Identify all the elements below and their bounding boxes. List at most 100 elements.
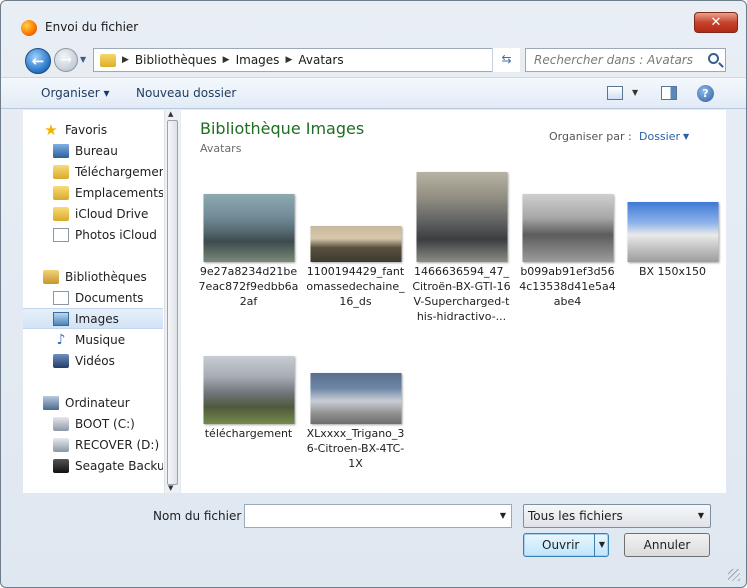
sidebar-item-icloud-photos[interactable]: Photos iCloud <box>23 224 163 245</box>
new-folder-button[interactable]: Nouveau dossier <box>136 86 236 100</box>
sidebar-item-drive-c[interactable]: BOOT (C:) <box>23 413 163 434</box>
breadcrumb-item-images[interactable]: Images <box>236 53 280 67</box>
organise-button[interactable]: Organiser ▾ <box>41 86 109 100</box>
sidebar-item-music[interactable]: ♪ Musique <box>23 329 163 350</box>
filename-input[interactable] <box>245 505 485 527</box>
sidebar-item-videos[interactable]: Vidéos <box>23 350 163 371</box>
title-bar[interactable]: Envoi du fichier ✕ <box>1 1 746 43</box>
scrollbar-thumb[interactable] <box>167 120 178 485</box>
star-icon: ★ <box>44 120 58 139</box>
sidebar-item-recent-places[interactable]: Emplacements ré <box>23 182 163 203</box>
open-split-dropdown-icon[interactable]: ▼ <box>594 534 609 556</box>
scroll-up-icon[interactable]: ▲ <box>168 110 173 118</box>
view-dropdown-icon[interactable]: ▼ <box>632 88 638 97</box>
close-button[interactable]: ✕ <box>694 12 738 33</box>
sidebar-item-label: Favoris <box>65 122 108 137</box>
search-box[interactable] <box>525 48 726 72</box>
external-drive-icon <box>53 458 69 473</box>
documents-icon <box>53 290 69 305</box>
file-item[interactable]: BX 150x150 <box>620 172 725 279</box>
sidebar-item-favorites[interactable]: ★ Favoris <box>23 119 163 140</box>
window-title: Envoi du fichier <box>45 20 139 34</box>
videos-icon <box>53 353 69 368</box>
sidebar-item-desktop[interactable]: Bureau <box>23 140 163 161</box>
folder-icon <box>53 206 69 221</box>
sidebar-item-libraries[interactable]: Bibliothèques <box>23 266 163 287</box>
arrange-dropdown-icon[interactable]: ▼ <box>683 132 689 141</box>
sidebar-item-label: Documents <box>75 290 144 305</box>
file-item[interactable]: 1100194429_fantomassedechaine_16_ds <box>303 172 408 309</box>
music-note-icon: ♪ <box>56 331 66 348</box>
file-type-value: Tous les fichiers <box>528 509 623 523</box>
thumbnail-frame <box>303 172 408 264</box>
file-type-select[interactable]: Tous les fichiers ▼ <box>523 504 711 528</box>
filename-combobox[interactable]: ▼ <box>244 504 512 528</box>
library-title: Bibliothèque Images <box>200 119 365 138</box>
search-input[interactable] <box>526 49 696 71</box>
file-item[interactable]: 1466636594_47_Citroën-BX-GTI-16V-Superch… <box>409 172 514 324</box>
address-row: ← → ▼ ▶ Bibliothèques ▶ Images ▶ Avatars… <box>1 43 746 77</box>
sidebar-item-icloud-drive[interactable]: iCloud Drive <box>23 203 163 224</box>
desktop-icon <box>53 143 69 158</box>
file-list-pane: Bibliothèque Images Avatars Organiser pa… <box>181 110 726 493</box>
sidebar-item-label: Bureau <box>75 143 118 158</box>
back-button[interactable]: ← <box>25 48 51 74</box>
cancel-button[interactable]: Annuler <box>624 533 710 557</box>
hard-drive-icon <box>53 416 69 431</box>
arrange-by-label: Organiser par : <box>549 130 632 143</box>
chevron-down-icon[interactable]: ▼ <box>698 505 704 527</box>
image-thumbnail <box>203 356 294 424</box>
thumbnail-frame <box>620 172 725 264</box>
sidebar-item-drive-d[interactable]: RECOVER (D:) <box>23 434 163 455</box>
recent-pages-dropdown-icon[interactable]: ▼ <box>80 55 86 64</box>
chevron-down-icon[interactable]: ▼ <box>500 511 506 520</box>
firefox-icon <box>21 20 37 36</box>
file-name: BX 150x150 <box>638 265 707 278</box>
file-name: téléchargement <box>204 427 293 440</box>
image-thumbnail <box>203 194 294 262</box>
file-name: b099ab91ef3d564c13538d41e5a4abe4 <box>519 265 616 308</box>
file-item[interactable]: 9e27a8234d21be7eac872f9edbb6a2af <box>196 172 301 309</box>
breadcrumb-item-avatars[interactable]: Avatars <box>298 53 343 67</box>
navigation-scrollbar[interactable]: ▲ ▼ <box>164 110 180 493</box>
sidebar-item-documents[interactable]: Documents <box>23 287 163 308</box>
thumbnail-frame <box>196 172 301 264</box>
help-icon[interactable]: ? <box>697 85 714 102</box>
sidebar-item-label: Ordinateur <box>65 395 130 410</box>
sidebar-item-label: Images <box>75 311 119 326</box>
file-item[interactable]: XLxxxx_Trigano_36-Citroen-BX-4TC-1X <box>303 334 408 471</box>
sidebar-item-label: iCloud Drive <box>75 206 149 221</box>
recent-places-icon <box>53 185 69 200</box>
refresh-button[interactable]: ⇆ <box>492 48 520 72</box>
sidebar-item-label: Vidéos <box>75 353 115 368</box>
breadcrumb-item-bibliotheques[interactable]: Bibliothèques <box>135 53 217 67</box>
file-dialog-window: Envoi du fichier ✕ ← → ▼ ▶ Bibliothèques… <box>0 0 747 588</box>
sidebar-item-computer[interactable]: Ordinateur <box>23 392 163 413</box>
sidebar-item-label: Photos iCloud <box>75 227 157 242</box>
file-item[interactable]: téléchargement <box>196 334 301 441</box>
scroll-down-icon[interactable]: ▼ <box>168 484 173 492</box>
resize-grip-icon[interactable] <box>728 569 740 581</box>
thumbnail-frame <box>196 334 301 426</box>
folder-icon <box>100 53 116 67</box>
sidebar-item-downloads[interactable]: Téléchargements <box>23 161 163 182</box>
chevron-right-icon[interactable]: ▶ <box>122 55 129 65</box>
sidebar-item-label: BOOT (C:) <box>75 416 135 431</box>
library-subtitle: Avatars <box>200 142 242 155</box>
chevron-right-icon[interactable]: ▶ <box>285 55 292 65</box>
navigation-pane: ★ Favoris Bureau Téléchargements Emplace… <box>23 110 179 493</box>
chevron-right-icon[interactable]: ▶ <box>223 55 230 65</box>
arrange-by-dropdown[interactable]: Dossier <box>639 130 680 143</box>
file-item[interactable]: b099ab91ef3d564c13538d41e5a4abe4 <box>515 172 620 309</box>
sidebar-item-seagate[interactable]: Seagate Backup F <box>23 455 163 476</box>
file-name: XLxxxx_Trigano_36-Citroen-BX-4TC-1X <box>306 427 405 470</box>
preview-pane-icon[interactable] <box>661 86 677 100</box>
breadcrumb[interactable]: ▶ Bibliothèques ▶ Images ▶ Avatars <box>93 48 520 72</box>
sidebar-item-images[interactable]: Images <box>23 308 163 329</box>
sidebar-item-label: Musique <box>75 332 126 347</box>
change-view-icon[interactable] <box>607 86 623 100</box>
forward-button[interactable]: → <box>54 48 78 72</box>
search-icon[interactable] <box>708 53 719 64</box>
image-thumbnail <box>416 172 507 262</box>
images-icon <box>53 311 69 326</box>
